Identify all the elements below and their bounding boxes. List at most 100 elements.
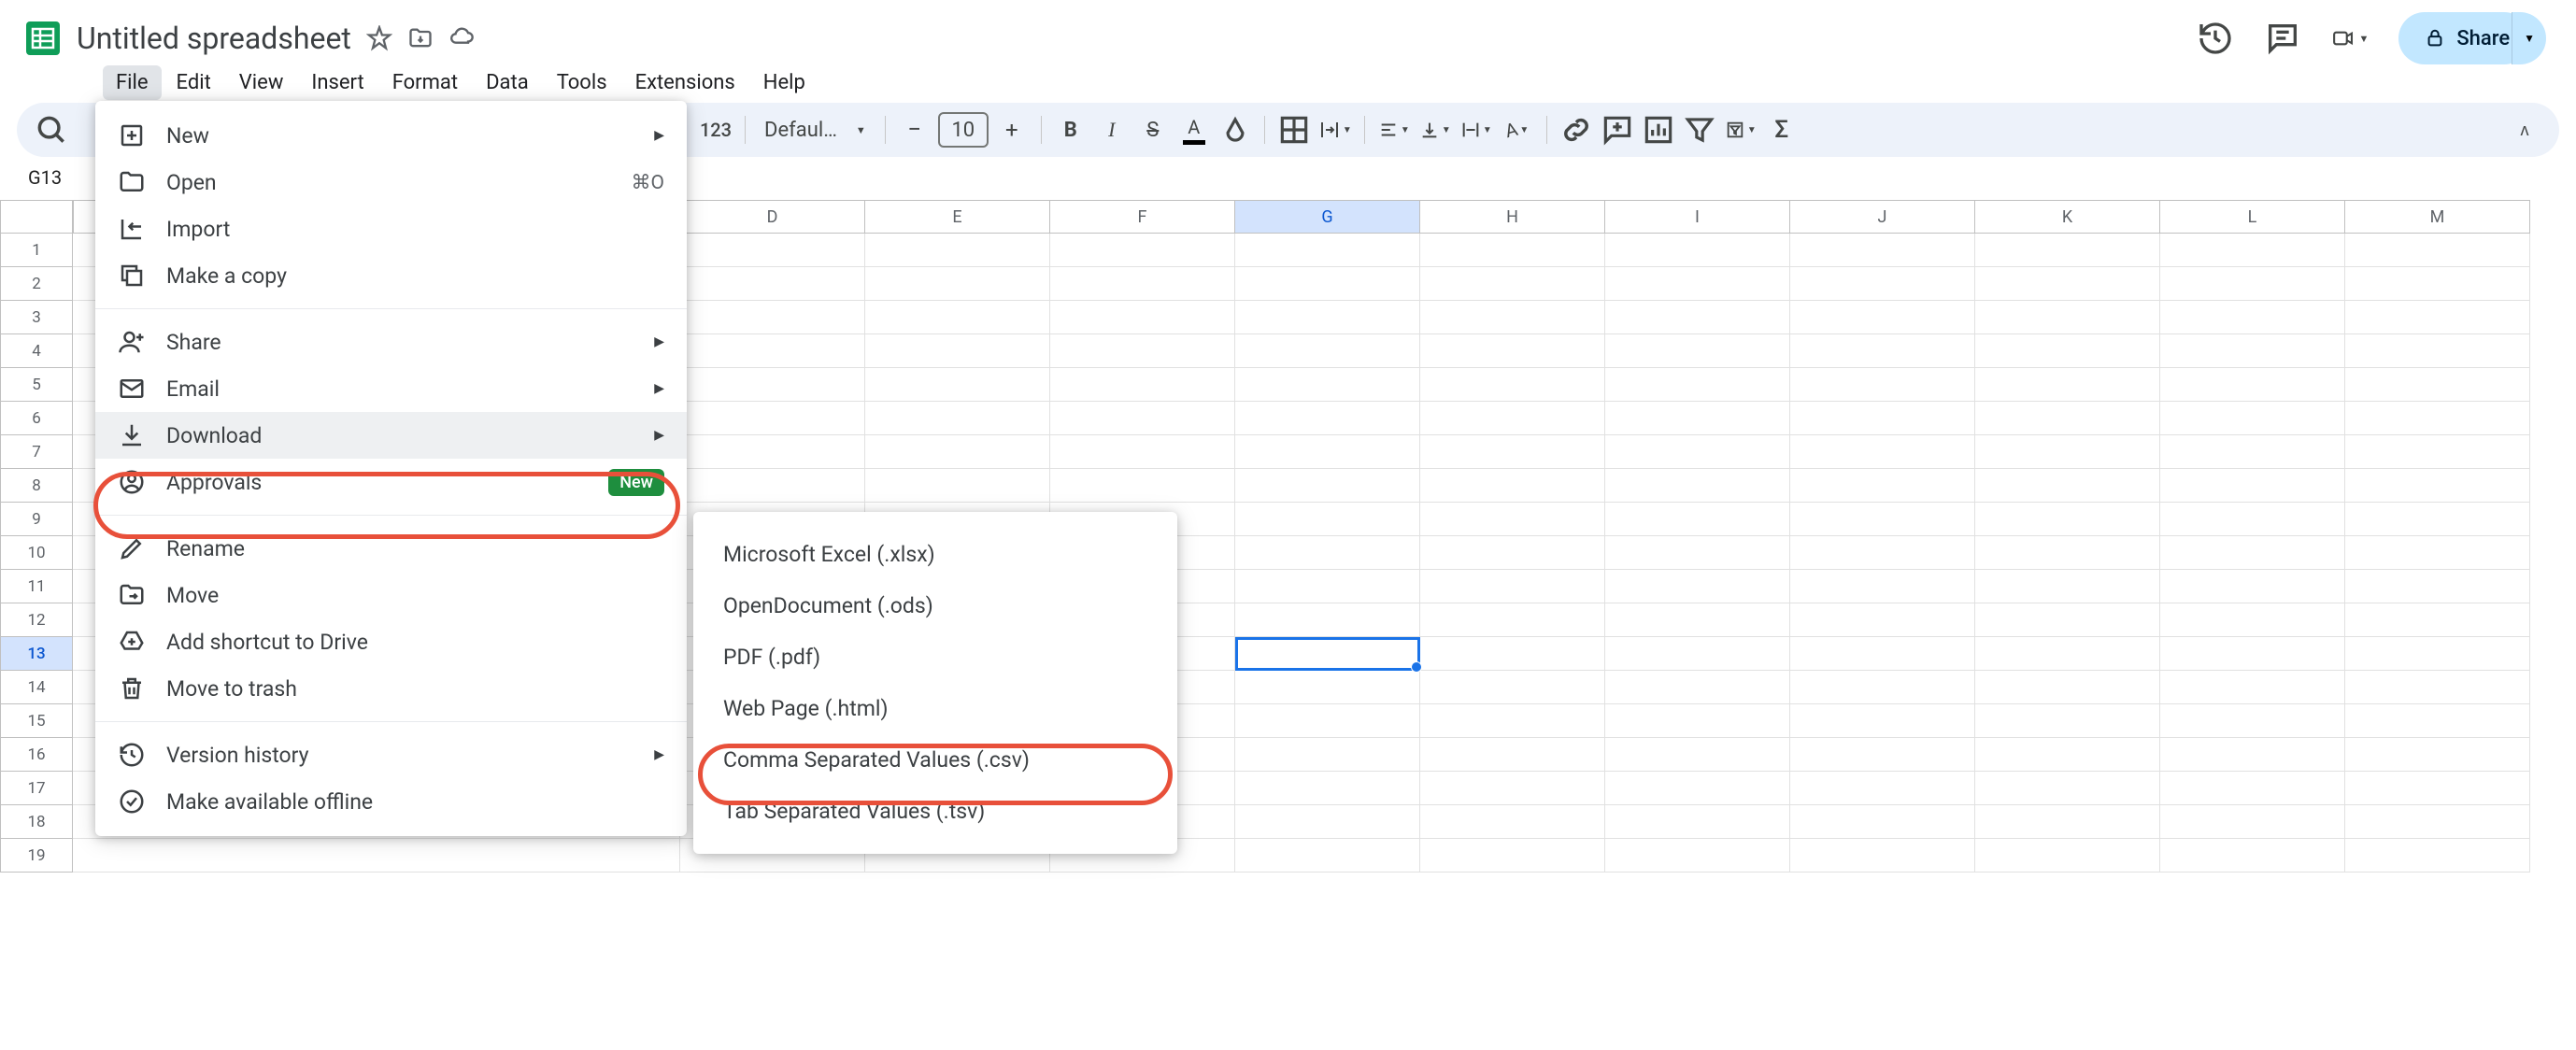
- file-menu-make-a-copy[interactable]: Make a copy: [95, 252, 687, 299]
- cell-K15[interactable]: [1975, 704, 2160, 738]
- cell-M1[interactable]: [2345, 234, 2530, 267]
- cell-I17[interactable]: [1605, 772, 1790, 805]
- cell-G14[interactable]: [1235, 671, 1420, 704]
- cell-H19[interactable]: [1420, 839, 1605, 873]
- menu-file[interactable]: File: [103, 65, 162, 100]
- cell-J12[interactable]: [1790, 603, 1975, 637]
- search-icon[interactable]: [34, 112, 69, 148]
- download-option-microsoft[interactable]: Microsoft Excel (.xlsx): [693, 529, 1177, 580]
- cell-L14[interactable]: [2160, 671, 2345, 704]
- cell-I13[interactable]: [1605, 637, 1790, 671]
- font-size-input[interactable]: 10: [938, 112, 989, 148]
- file-menu-open[interactable]: Open⌘O: [95, 159, 687, 206]
- cell-L19[interactable]: [2160, 839, 2345, 873]
- halign-icon[interactable]: ▼: [1376, 112, 1412, 148]
- cell-H17[interactable]: [1420, 772, 1605, 805]
- cell-L9[interactable]: [2160, 503, 2345, 536]
- file-menu-version-history[interactable]: Version history▶: [95, 731, 687, 778]
- cell-D4[interactable]: [680, 334, 865, 368]
- cell-H10[interactable]: [1420, 536, 1605, 570]
- row-header-16[interactable]: 16: [0, 738, 73, 772]
- cell-E3[interactable]: [865, 301, 1050, 334]
- menu-data[interactable]: Data: [473, 65, 542, 100]
- menu-extensions[interactable]: Extensions: [622, 65, 748, 100]
- collapse-toolbar-icon[interactable]: ʌ: [2507, 112, 2542, 148]
- cell-J4[interactable]: [1790, 334, 1975, 368]
- cell-L7[interactable]: [2160, 435, 2345, 469]
- cell-K7[interactable]: [1975, 435, 2160, 469]
- cell-H9[interactable]: [1420, 503, 1605, 536]
- cell-G18[interactable]: [1235, 805, 1420, 839]
- insert-chart-icon[interactable]: [1641, 112, 1676, 148]
- cell-J19[interactable]: [1790, 839, 1975, 873]
- cell-K13[interactable]: [1975, 637, 2160, 671]
- decrease-font-icon[interactable]: −: [897, 112, 932, 148]
- download-option-comma[interactable]: Comma Separated Values (.csv): [693, 734, 1177, 786]
- cell-H12[interactable]: [1420, 603, 1605, 637]
- cell-G16[interactable]: [1235, 738, 1420, 772]
- cell-K19[interactable]: [1975, 839, 2160, 873]
- cell-F1[interactable]: [1050, 234, 1235, 267]
- menu-view[interactable]: View: [226, 65, 297, 100]
- fill-color-icon[interactable]: [1217, 112, 1253, 148]
- cell-G13[interactable]: [1235, 637, 1420, 671]
- cell-E5[interactable]: [865, 368, 1050, 402]
- cell-L17[interactable]: [2160, 772, 2345, 805]
- cell-H16[interactable]: [1420, 738, 1605, 772]
- cell-G9[interactable]: [1235, 503, 1420, 536]
- cell-M18[interactable]: [2345, 805, 2530, 839]
- row-header-1[interactable]: 1: [0, 234, 73, 267]
- cell-F4[interactable]: [1050, 334, 1235, 368]
- cell-G10[interactable]: [1235, 536, 1420, 570]
- column-header-K[interactable]: K: [1975, 200, 2160, 234]
- cell-E2[interactable]: [865, 267, 1050, 301]
- cell-I15[interactable]: [1605, 704, 1790, 738]
- column-header-G[interactable]: G: [1235, 200, 1420, 234]
- meet-icon[interactable]: ▼: [2331, 20, 2369, 57]
- row-header-12[interactable]: 12: [0, 603, 73, 637]
- cell-I14[interactable]: [1605, 671, 1790, 704]
- merge-icon[interactable]: ▼: [1317, 112, 1353, 148]
- file-menu-make-available-offline[interactable]: Make available offline: [95, 778, 687, 825]
- menu-insert[interactable]: Insert: [298, 65, 377, 100]
- cell-M12[interactable]: [2345, 603, 2530, 637]
- cell-F8[interactable]: [1050, 469, 1235, 503]
- cell-H7[interactable]: [1420, 435, 1605, 469]
- share-dropdown-button[interactable]: ▼: [2512, 12, 2546, 64]
- cell-H3[interactable]: [1420, 301, 1605, 334]
- sheets-logo[interactable]: [22, 11, 64, 65]
- format-123-icon[interactable]: 123: [698, 112, 733, 148]
- cell-I9[interactable]: [1605, 503, 1790, 536]
- wrap-icon[interactable]: ▼: [1459, 112, 1494, 148]
- cell-J18[interactable]: [1790, 805, 1975, 839]
- cell-I6[interactable]: [1605, 402, 1790, 435]
- cell-L1[interactable]: [2160, 234, 2345, 267]
- cell-H11[interactable]: [1420, 570, 1605, 603]
- cell-K9[interactable]: [1975, 503, 2160, 536]
- cell-K4[interactable]: [1975, 334, 2160, 368]
- move-icon[interactable]: [407, 25, 434, 51]
- row-header-18[interactable]: 18: [0, 805, 73, 839]
- cell-J1[interactable]: [1790, 234, 1975, 267]
- row-header-8[interactable]: 8: [0, 469, 73, 503]
- cell-I12[interactable]: [1605, 603, 1790, 637]
- rotate-icon[interactable]: A▼: [1500, 112, 1535, 148]
- cell-L10[interactable]: [2160, 536, 2345, 570]
- cell-H13[interactable]: [1420, 637, 1605, 671]
- cell-L2[interactable]: [2160, 267, 2345, 301]
- cell-E8[interactable]: [865, 469, 1050, 503]
- cell-G4[interactable]: [1235, 334, 1420, 368]
- column-header-I[interactable]: I: [1605, 200, 1790, 234]
- download-option-web[interactable]: Web Page (.html): [693, 683, 1177, 734]
- cell-J5[interactable]: [1790, 368, 1975, 402]
- file-menu-add-shortcut-to-drive[interactable]: Add shortcut to Drive: [95, 618, 687, 665]
- italic-icon[interactable]: I: [1094, 112, 1130, 148]
- history-icon[interactable]: [2197, 20, 2234, 57]
- text-color-icon[interactable]: A: [1176, 112, 1212, 148]
- cell-K6[interactable]: [1975, 402, 2160, 435]
- row-header-5[interactable]: 5: [0, 368, 73, 402]
- column-header-M[interactable]: M: [2345, 200, 2530, 234]
- cell-E6[interactable]: [865, 402, 1050, 435]
- document-title[interactable]: Untitled spreadsheet: [77, 21, 351, 56]
- cell-F6[interactable]: [1050, 402, 1235, 435]
